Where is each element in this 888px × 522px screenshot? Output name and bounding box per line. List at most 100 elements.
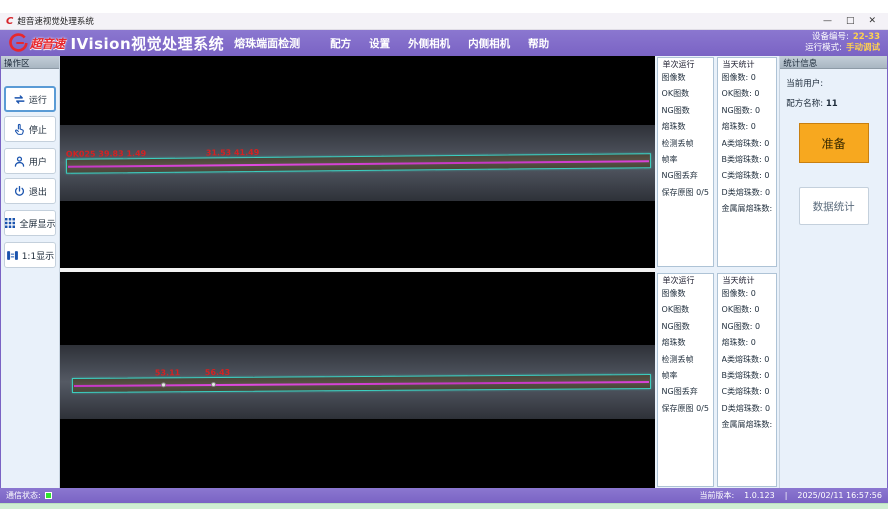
stat-label: OK图数 (662, 86, 709, 102)
stat-value: 0 (765, 188, 770, 197)
daily-stats-box-bottom: 当天统计 图像数: 0 OK图数: 0 NG图数: 0 熔珠数: 0 A类熔珠数… (717, 273, 777, 487)
run-button-label: 运行 (29, 93, 47, 106)
camera-image-bottom[interactable]: 53.11 56.43 (60, 272, 655, 488)
single-run-title-bottom: 单次运行 (662, 275, 696, 286)
comm-status-label: 通信状态: (6, 490, 41, 501)
stat-label: 金属屑熔珠数: (722, 420, 772, 429)
menu-help[interactable]: 帮助 (528, 36, 549, 51)
app-subtitle: 熔珠端面检测 (234, 35, 300, 51)
menu-settings[interactable]: 设置 (369, 36, 390, 51)
menu-recipe[interactable]: 配方 (330, 36, 351, 51)
stat-value: 0 (764, 139, 769, 148)
single-run-title-top: 单次运行 (662, 59, 696, 70)
user-icon (13, 155, 26, 168)
stat-label: B类熔珠数: (722, 155, 762, 164)
screen: C 超音速视觉处理系统 — □ ✕ 超音速 IVision视觉处理系统 熔珠端面… (0, 0, 888, 522)
desktop-background-top (0, 0, 888, 13)
stat-label: 检测丢帧 (662, 136, 709, 152)
hand-icon (13, 123, 26, 136)
main-area: 操作区 运行 停止 用户 (0, 56, 888, 488)
stat-label: NG图丢弃 (662, 384, 709, 400)
stat-label: NG图数: (722, 322, 753, 331)
user-button-label: 用户 (29, 155, 47, 168)
one-to-one-icon (6, 249, 19, 262)
stat-label: C类熔珠数: (722, 171, 762, 180)
stat-label: 熔珠数 (662, 119, 709, 135)
stat-value: 0 (751, 73, 756, 82)
sidebar-title: 操作区 (1, 56, 59, 69)
data-statistics-button[interactable]: 数据统计 (799, 187, 869, 225)
stat-value: 0 (751, 338, 756, 347)
fullscreen-button[interactable]: 全屏显示 (4, 210, 56, 236)
stat-label: 图像数 (662, 286, 709, 302)
stop-button[interactable]: 停止 (4, 116, 56, 142)
status-datetime: 2025/02/11 16:57:56 (797, 491, 882, 500)
stat-value: 0 (765, 404, 770, 413)
camera-image-top[interactable]: OK025 39.83 1.49 31.53 41.49 (60, 56, 655, 268)
stat-label: 图像数: (722, 73, 749, 82)
stat-label: C类熔珠数: (722, 387, 762, 396)
operation-sidebar: 操作区 运行 停止 用户 (1, 56, 60, 488)
camera2-annotation-1: 53.11 (155, 368, 180, 377)
fullscreen-button-label: 全屏显示 (19, 217, 55, 230)
power-icon (13, 185, 26, 198)
stats-group-bottom: 单次运行 图像数 OK图数 NG图数 熔珠数 检测丢帧 帧率 NG图丢弃 保存原… (655, 272, 780, 488)
stat-label: 帧率 (662, 152, 709, 168)
sync-icon (13, 93, 26, 106)
stat-label: 保存原图 0/500 (662, 401, 709, 417)
stat-value: 0 (764, 371, 769, 380)
window-titlebar: C 超音速视觉处理系统 — □ ✕ (0, 13, 888, 30)
single-run-box-top: 单次运行 图像数 OK图数 NG图数 熔珠数 检测丢帧 帧率 NG图丢弃 保存原… (657, 57, 714, 267)
stat-label: 熔珠数 (662, 335, 709, 351)
ready-button[interactable]: 准备 (799, 123, 869, 163)
statistics-info-panel: 统计信息 当前用户: 配方名称: 11 准备 数据统计 (779, 56, 887, 488)
brand-name: 超音速 (30, 35, 65, 52)
menu-outer-camera[interactable]: 外侧相机 (408, 36, 450, 51)
stats-group-top: 单次运行 图像数 OK图数 NG图数 熔珠数 检测丢帧 帧率 NG图丢弃 保存原… (655, 56, 780, 268)
daily-stats-title-bottom: 当天统计 (722, 275, 756, 286)
stat-label: 金属屑熔珠数: (722, 204, 772, 213)
version-value: 1.0.123 (744, 491, 775, 500)
stat-value: 0 (764, 171, 769, 180)
minimize-button[interactable]: — (823, 13, 832, 30)
stat-label: 熔珠数: (722, 338, 749, 347)
stat-label: NG图数 (662, 103, 709, 119)
stat-label: 图像数 (662, 70, 709, 86)
stat-label: 保存原图 0/500 (662, 185, 709, 201)
app-title: IVision视觉处理系统 (71, 33, 225, 54)
menu-inner-camera[interactable]: 内侧相机 (468, 36, 510, 51)
run-mode-label: 运行模式: (805, 43, 842, 54)
device-info: 设备编号: 22-33 运行模式: 手动调试 (805, 32, 880, 54)
camera2-defect-marker-2 (211, 382, 216, 387)
stat-label: A类熔珠数: (722, 139, 762, 148)
version-label: 当前版本: (699, 490, 734, 501)
desktop-background-strip (0, 503, 888, 509)
stat-label: 帧率 (662, 368, 709, 384)
one-to-one-button[interactable]: 1:1显示 (4, 242, 56, 268)
run-button[interactable]: 运行 (4, 86, 56, 112)
stat-value: 0 (751, 122, 756, 131)
stat-label: OK图数: (722, 89, 752, 98)
close-button[interactable]: ✕ (868, 13, 876, 30)
stat-value: 0 (764, 155, 769, 164)
window-title: 超音速视觉处理系统 (17, 15, 823, 27)
stat-value: 0 (755, 322, 760, 331)
maximize-button[interactable]: □ (846, 13, 855, 30)
stat-label: NG图丢弃 (662, 168, 709, 184)
stat-label: OK图数: (722, 305, 752, 314)
stat-value: 0 (764, 355, 769, 364)
menu-bar: 配方 设置 外侧相机 内侧相机 帮助 (330, 36, 549, 51)
stat-label: B类熔珠数: (722, 371, 762, 380)
exit-button[interactable]: 退出 (4, 178, 56, 204)
camera-viewport: OK025 39.83 1.49 31.53 41.49 53.11 56.43 (60, 56, 655, 488)
stat-label: NG图数: (722, 106, 753, 115)
daily-stats-title-top: 当天统计 (722, 59, 756, 70)
daily-stats-box-top: 当天统计 图像数: 0 OK图数: 0 NG图数: 0 熔珠数: 0 A类熔珠数… (717, 57, 777, 267)
user-button[interactable]: 用户 (4, 148, 56, 174)
brand-swirl-icon (8, 33, 28, 53)
stat-label: A类熔珠数: (722, 355, 762, 364)
camera2-annotation-2: 56.43 (205, 368, 230, 377)
stop-button-label: 停止 (29, 123, 47, 136)
exit-button-label: 退出 (29, 185, 47, 198)
comm-status-indicator (45, 492, 52, 499)
